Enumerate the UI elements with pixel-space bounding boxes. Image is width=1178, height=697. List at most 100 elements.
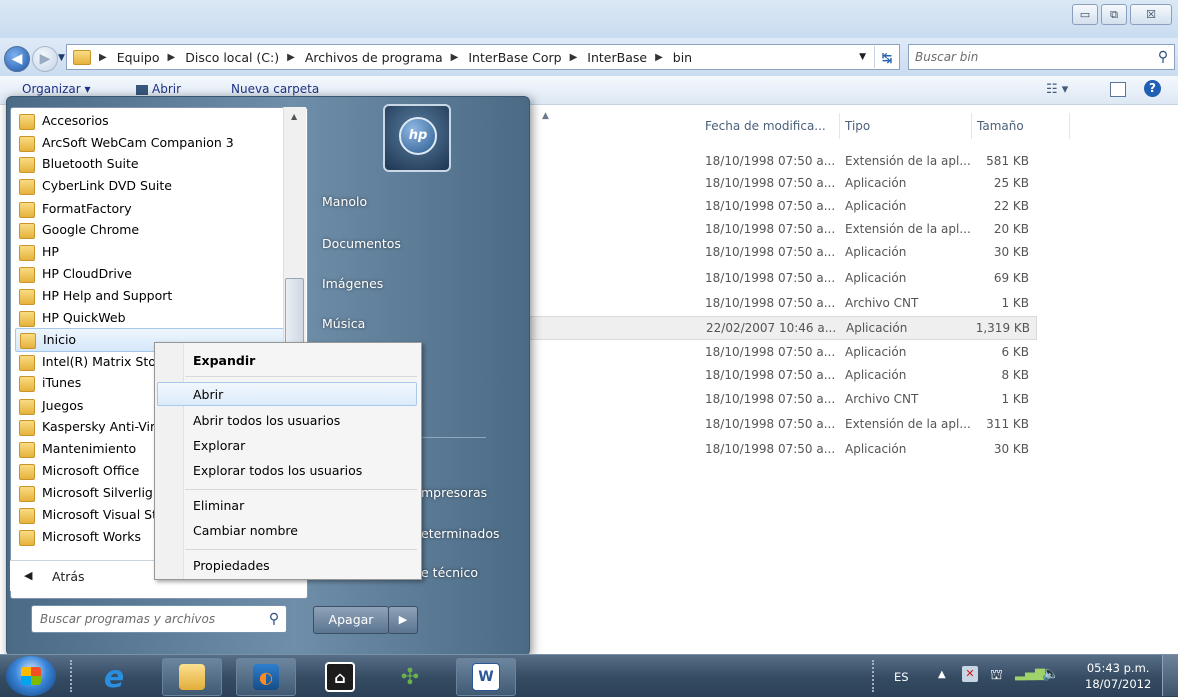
- program-folder[interactable]: ArcSoft WebCam Companion 3: [19, 132, 299, 154]
- folder-icon: [19, 222, 35, 239]
- open-icon: [136, 84, 148, 95]
- language-indicator[interactable]: ES: [894, 670, 909, 684]
- taskbar-media-player[interactable]: ◐: [236, 658, 296, 696]
- folder-icon: [19, 201, 35, 218]
- forward-button[interactable]: ▶: [32, 46, 58, 72]
- breadcrumb-bin[interactable]: bin: [673, 50, 692, 65]
- folder-icon: [19, 375, 35, 392]
- file-row[interactable]: 18/10/1998 07:50 a... Aplicación 30 KB: [695, 241, 1035, 263]
- file-row[interactable]: 18/10/1998 07:50 a... Aplicación 8 KB: [695, 364, 1035, 386]
- breadcrumb-interbase-corp[interactable]: InterBase Corp: [468, 50, 561, 65]
- program-folder[interactable]: CyberLink DVD Suite: [19, 175, 299, 197]
- clock[interactable]: 05:43 p.m. 18/07/2012: [1085, 660, 1151, 692]
- column-type[interactable]: Tipo: [841, 113, 972, 139]
- file-row[interactable]: 18/10/1998 07:50 a... Extensión de la apl…: [695, 413, 1035, 435]
- shutdown-options-button[interactable]: ▶: [388, 606, 418, 634]
- program-folder[interactable]: Bluetooth Suite: [19, 153, 299, 175]
- program-folder[interactable]: HP QuickWeb: [19, 307, 299, 329]
- folder-icon: [20, 332, 36, 349]
- program-folder[interactable]: HP: [19, 241, 299, 263]
- taskbar-word[interactable]: W: [456, 658, 516, 696]
- menu-item-propiedades[interactable]: Propiedades: [193, 558, 270, 573]
- link-imagenes[interactable]: Imágenes: [322, 276, 383, 291]
- help-icon[interactable]: ?: [1144, 80, 1161, 97]
- action-center-icon[interactable]: ✕: [962, 666, 978, 682]
- breadcrumb-disco-local[interactable]: Disco local (C:): [185, 50, 279, 65]
- column-size[interactable]: Tamaño: [973, 113, 1070, 139]
- internet-explorer-icon: e: [103, 659, 125, 695]
- file-row[interactable]: 18/10/1998 07:50 a... Aplicación 6 KB: [695, 341, 1035, 363]
- menu-item-explorar[interactable]: Explorar: [193, 438, 245, 453]
- column-date[interactable]: Fecha de modifica...: [701, 113, 840, 139]
- file-row[interactable]: 18/10/1998 07:50 a... Aplicación 25 KB: [695, 172, 1035, 194]
- volume-icon[interactable]: 🔈: [1042, 666, 1059, 682]
- program-folder[interactable]: Google Chrome: [19, 219, 299, 241]
- refresh-icon[interactable]: ↹: [874, 46, 899, 68]
- preview-pane-icon[interactable]: [1110, 82, 1126, 97]
- open-button[interactable]: Abrir: [136, 82, 181, 96]
- file-row[interactable]: 18/10/1998 07:50 a... Aplicación 22 KB: [695, 195, 1035, 217]
- taskbar-gripper: [70, 660, 78, 692]
- link-documentos[interactable]: Documentos: [322, 236, 401, 251]
- search-icon[interactable]: ⚲: [1152, 49, 1174, 65]
- breadcrumb-separator-icon: ▶: [569, 51, 578, 63]
- menu-item-abrir[interactable]: Abrir: [193, 387, 223, 402]
- device-icon[interactable]: ⛫: [990, 667, 1003, 685]
- organize-button[interactable]: Organizar ▾: [22, 82, 91, 96]
- menu-item-cambiar-nombre[interactable]: Cambiar nombre: [193, 523, 298, 538]
- program-folder[interactable]: HP Help and Support: [19, 285, 299, 307]
- start-search-input[interactable]: Buscar programas y archivos ⚲: [31, 605, 287, 633]
- menu-item-eliminar[interactable]: Eliminar: [193, 498, 244, 513]
- menu-item-abrir-todos[interactable]: Abrir todos los usuarios: [193, 413, 340, 428]
- link-dispositivos-impresoras[interactable]: mpresoras: [421, 485, 487, 500]
- file-row[interactable]: 18/10/1998 07:50 a... Archivo CNT 1 KB: [695, 292, 1035, 314]
- scrollbar-thumb[interactable]: [285, 278, 304, 348]
- program-folder[interactable]: Accesorios: [19, 110, 299, 132]
- show-desktop-button[interactable]: [1162, 655, 1178, 696]
- program-folder[interactable]: HP CloudDrive: [19, 263, 299, 285]
- program-folder[interactable]: FormatFactory: [19, 198, 299, 220]
- file-row[interactable]: 18/10/1998 07:50 a... Extensión de la apl…: [695, 218, 1035, 240]
- search-icon[interactable]: ⚲: [262, 611, 286, 627]
- link-manolo[interactable]: Manolo: [322, 194, 367, 209]
- address-dropdown-icon[interactable]: ▼: [859, 52, 866, 62]
- users-icon: ✣: [400, 664, 420, 690]
- link-programas-predeterminados[interactable]: eterminados: [421, 526, 500, 541]
- show-hidden-icons[interactable]: ▲: [938, 669, 946, 680]
- file-row-selected[interactable]: 22/02/2007 10:46 a... Aplicación 1,319 KB: [528, 316, 1037, 340]
- home-app-icon: ⌂: [325, 662, 355, 692]
- file-row[interactable]: 18/10/1998 07:50 a... Archivo CNT 1 KB: [695, 388, 1035, 410]
- new-folder-button[interactable]: Nueva carpeta: [231, 82, 319, 96]
- breadcrumb-equipo[interactable]: Equipo: [117, 50, 160, 65]
- taskbar-internet-explorer[interactable]: e: [84, 658, 144, 696]
- network-icon[interactable]: ▂▄▆: [1015, 666, 1045, 681]
- start-button[interactable]: [6, 656, 56, 696]
- scroll-up-icon[interactable]: ▲: [291, 112, 297, 121]
- minimize-button[interactable]: ▭: [1072, 4, 1098, 25]
- file-row[interactable]: 18/10/1998 07:50 a... Extensión de la apl…: [695, 150, 1035, 172]
- maximize-button[interactable]: ⧉: [1101, 4, 1127, 25]
- close-button[interactable]: ☒: [1130, 4, 1172, 25]
- menu-item-explorar-todos[interactable]: Explorar todos los usuarios: [193, 463, 362, 478]
- taskbar-app-home[interactable]: ⌂: [310, 658, 370, 696]
- view-options-icon[interactable]: ☷ ▾: [1046, 82, 1068, 97]
- recent-pages-dropdown-icon[interactable]: ▼: [58, 53, 65, 63]
- taskbar-users-app[interactable]: ✣: [380, 658, 440, 696]
- breadcrumb-archivos-de-programa[interactable]: Archivos de programa: [305, 50, 443, 65]
- breadcrumb-separator-icon: ▶: [450, 51, 459, 63]
- back-button[interactable]: ◀: [4, 46, 30, 72]
- file-row[interactable]: 18/10/1998 07:50 a... Aplicación 69 KB: [695, 267, 1035, 289]
- breadcrumb-interbase[interactable]: InterBase: [587, 50, 647, 65]
- shutdown-button[interactable]: Apagar: [313, 606, 389, 634]
- file-row[interactable]: 18/10/1998 07:50 a... Aplicación 30 KB: [695, 438, 1035, 460]
- taskbar-explorer[interactable]: [162, 658, 222, 696]
- context-menu: Expandir Abrir Abrir todos los usuarios …: [154, 342, 422, 580]
- link-musica[interactable]: Música: [322, 316, 365, 331]
- menu-item-expandir[interactable]: Expandir: [193, 353, 255, 368]
- menu-separator: [185, 549, 417, 550]
- link-ayuda-soporte[interactable]: e técnico: [421, 565, 478, 580]
- search-input[interactable]: Buscar bin ⚲: [908, 44, 1175, 70]
- back-label: Atrás: [52, 569, 85, 584]
- address-bar[interactable]: ▶ Equipo ▶ Disco local (C:) ▶ Archivos d…: [66, 44, 900, 70]
- folder-icon: [19, 463, 35, 480]
